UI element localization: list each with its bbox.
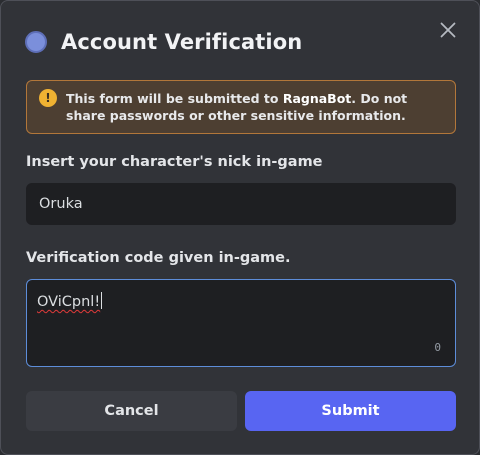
app-avatar <box>25 31 47 53</box>
verification-modal: Account Verification ! This form will be… <box>0 0 480 455</box>
close-icon <box>440 22 456 38</box>
notice-bot-name: RagnaBot <box>282 91 352 106</box>
warning-icon: ! <box>39 89 57 107</box>
notice-text-before: This form will be submitted to <box>66 91 283 106</box>
cancel-button[interactable]: Cancel <box>26 391 237 431</box>
warning-notice: ! This form will be submitted to RagnaBo… <box>26 80 456 134</box>
code-field-label: Verification code given in-game. <box>26 250 291 266</box>
notice-text: This form will be submitted to RagnaBot.… <box>66 90 443 124</box>
close-button[interactable] <box>435 17 461 43</box>
character-counter: 0 <box>434 341 441 354</box>
modal-header: Account Verification <box>25 27 455 57</box>
code-input-value: OViCpnl! <box>37 294 101 310</box>
modal-title: Account Verification <box>61 30 303 54</box>
verification-code-input[interactable]: OViCpnl! 0 <box>26 279 456 367</box>
submit-button[interactable]: Submit <box>245 391 456 431</box>
nick-input[interactable]: Oruka <box>26 183 456 225</box>
nick-field-label: Insert your character's nick in-game <box>26 154 323 170</box>
text-caret <box>101 292 103 309</box>
nick-input-value: Oruka <box>39 196 83 212</box>
